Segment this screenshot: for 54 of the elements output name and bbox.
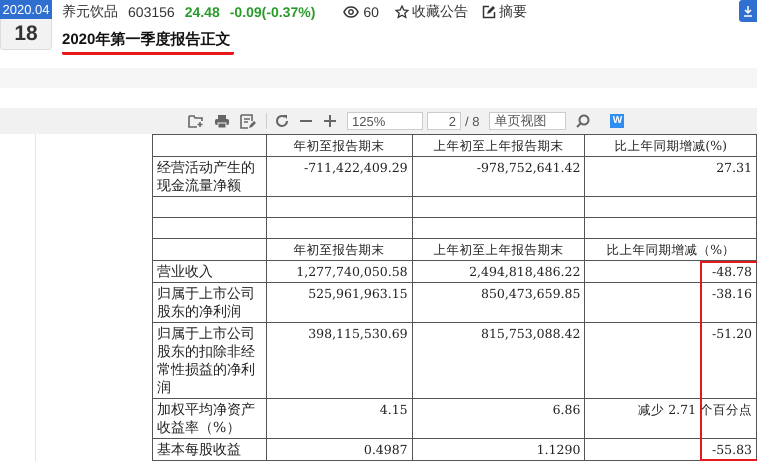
- table-cell: 398,115,530.69: [266, 322, 412, 398]
- download-icon: [743, 5, 753, 17]
- table-cell: 1,277,740,050.58: [266, 260, 412, 282]
- table-cell: 6.86: [412, 398, 585, 438]
- row-label: 归属于上市公司股东的净利润: [152, 282, 266, 322]
- date-month: 2020.04: [0, 0, 52, 19]
- row-label: 归属于上市公司股东的扣除非经常性损益的净利润: [152, 322, 266, 398]
- print-icon[interactable]: [214, 114, 230, 128]
- table-cell: -51.20: [584, 322, 756, 398]
- favorite-button[interactable]: 收藏公告: [394, 3, 468, 21]
- page-total: / 8: [465, 114, 480, 128]
- download-button[interactable]: [739, 0, 757, 22]
- column-header: 年初至报告期末: [266, 134, 412, 156]
- zoom-field[interactable]: 125%: [347, 112, 423, 130]
- save-edit-icon[interactable]: [240, 114, 256, 128]
- table-cell: 2,494,818,486.22: [412, 260, 585, 282]
- table-cell: 1.1290: [412, 438, 585, 460]
- search-icon[interactable]: [576, 114, 590, 128]
- edit-icon: [482, 5, 496, 19]
- view-mode-field[interactable]: 单页视图: [489, 112, 566, 130]
- star-icon: [394, 5, 409, 19]
- table-cell: 850,473,659.85: [412, 282, 585, 322]
- column-header: 上年初至上年报告期末: [412, 238, 585, 260]
- table-cell: -38.16: [584, 282, 756, 322]
- table-cell: -711,422,409.29: [266, 156, 412, 196]
- stock-price: 24.48: [184, 4, 220, 20]
- row-label: 加权平均净资产收益率（%）: [152, 398, 266, 438]
- table-cell: 4.15: [266, 398, 412, 438]
- row-label: 营业收入: [152, 260, 266, 282]
- table-cell: -55.83: [584, 438, 756, 460]
- table-cell: -48.78: [584, 260, 756, 282]
- date-day: 18: [0, 19, 52, 50]
- column-header: 年初至报告期末: [266, 238, 412, 260]
- eye-icon: [343, 6, 360, 18]
- row-label: 基本每股收益: [152, 438, 266, 460]
- summary-button[interactable]: 摘要: [482, 3, 527, 21]
- table-cell: 27.31: [584, 156, 756, 196]
- column-header: 比上年同期增减（%）: [584, 238, 756, 260]
- refresh-icon[interactable]: [275, 114, 289, 128]
- column-header: 比上年同期增减(%): [584, 134, 756, 156]
- stock-code: 603156: [128, 4, 175, 20]
- table-cell: -978,752,641.42: [412, 156, 585, 196]
- table-cell: 815,753,088.42: [412, 322, 585, 398]
- row-label: 经营活动产生的现金流量净额: [152, 156, 266, 196]
- folder-add-icon[interactable]: [188, 114, 204, 128]
- table-cell: 525,961,963.15: [266, 282, 412, 322]
- view-count: 60: [363, 4, 379, 20]
- price-change: -0.09(-0.37%): [230, 4, 316, 20]
- document-title: 2020年第一季度报告正文: [62, 30, 234, 55]
- zoom-in-icon[interactable]: [323, 114, 337, 128]
- page-field[interactable]: 2: [427, 112, 461, 130]
- column-header: 上年初至上年报告期末: [412, 134, 585, 156]
- table-cell: 0.4987: [266, 438, 412, 460]
- stock-name: 养元饮品: [62, 3, 118, 21]
